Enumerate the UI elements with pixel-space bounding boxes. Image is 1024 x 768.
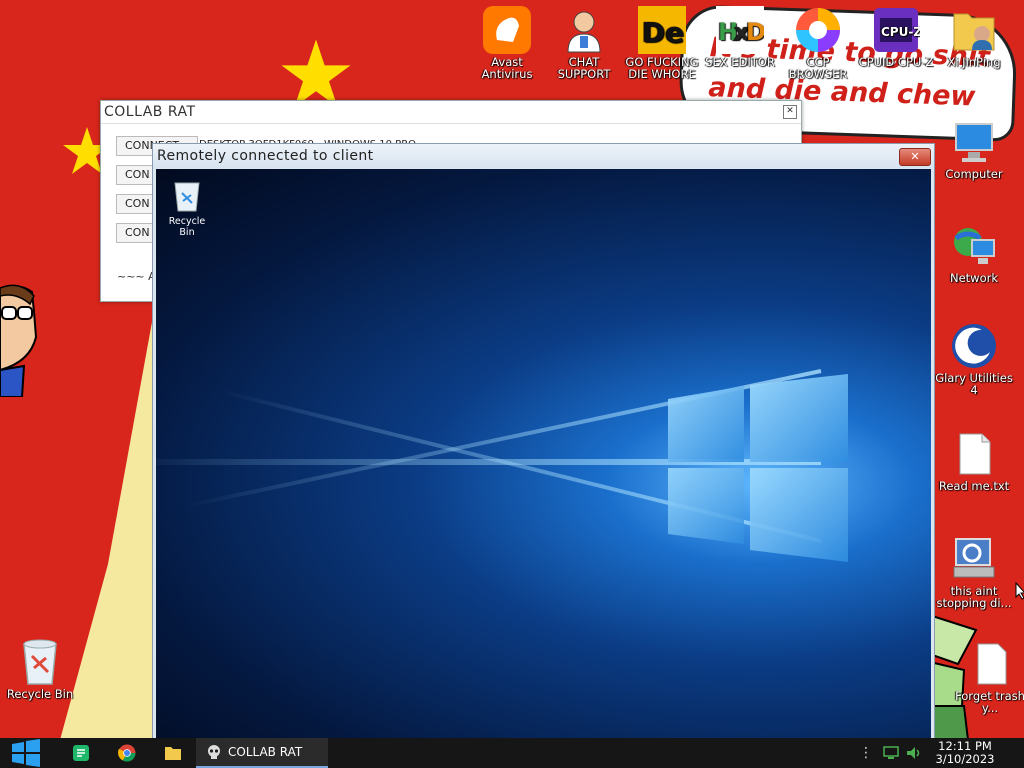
desktop-icon-ccp-browser[interactable]: CCP BROWSER: [778, 6, 858, 80]
recycle-bin-icon: [16, 638, 64, 686]
recycle-bin-icon: [174, 182, 200, 212]
svg-text:De: De: [642, 16, 684, 49]
icon-label: Forget trash y...: [955, 689, 1024, 715]
icon-label: Recycle Bin: [168, 216, 206, 238]
icon-label: CPUID CPU-Z: [858, 55, 934, 69]
scanner-icon: [950, 535, 998, 583]
desktop-icon-computer[interactable]: Computer: [934, 118, 1014, 180]
taskbar-app[interactable]: [66, 738, 96, 768]
avast-icon: [483, 6, 531, 54]
taskbar-clock[interactable]: 12:11 PM 3/10/2023: [934, 740, 996, 766]
icon-label: Glary Utilities 4: [935, 371, 1013, 397]
icon-label: SEX EDITOR: [705, 55, 775, 69]
window-title: COLLAB RAT: [101, 101, 801, 123]
desktop-icon-cpuz[interactable]: CPU-Z CPUID CPU-Z: [856, 6, 936, 68]
windows-logo: [668, 374, 848, 562]
icon-label: this aint stopping di...: [936, 584, 1012, 610]
folder-icon: [165, 747, 181, 760]
desktop-icon-hxd[interactable]: HxD SEX EDITOR: [700, 6, 780, 68]
cpuz-icon: CPU-Z: [872, 6, 920, 54]
close-button[interactable]: ✕: [783, 105, 797, 119]
cartoon-character: [0, 284, 38, 397]
ccp-browser-icon: [794, 6, 842, 54]
desktop-icon-network[interactable]: Network: [934, 222, 1014, 284]
icon-label: Network: [949, 271, 999, 285]
computer-icon: [950, 118, 998, 166]
glary-icon: [950, 322, 998, 370]
icon-label: Read me.txt: [938, 479, 1010, 493]
desktop-icon-forget-trash[interactable]: Forget trash y...: [950, 640, 1024, 714]
xiunping-icon: [950, 6, 998, 54]
clock-date: 3/10/2023: [935, 752, 995, 766]
overflow-menu-icon[interactable]: ⋮: [858, 738, 874, 768]
taskbar-collab-rat[interactable]: COLLAB RAT: [196, 738, 328, 768]
hxd-icon: HxD: [716, 6, 764, 54]
icon-label: CCP BROWSER: [788, 55, 848, 81]
mouse-cursor-icon: [1015, 582, 1024, 600]
taskbar-chrome[interactable]: [112, 738, 142, 768]
desktop-icon-chat-support[interactable]: CHAT SUPPORT: [544, 6, 624, 80]
desktop-icon-recycle-bin[interactable]: Recycle Bin: [0, 638, 80, 700]
icon-label: Recycle Bin: [6, 687, 74, 701]
text-file-icon: [950, 430, 998, 478]
remote-window[interactable]: Remotely connected to client ✕ Recycle B…: [152, 143, 935, 745]
svg-text:D: D: [746, 18, 764, 46]
icon-label: Xi JinPing: [947, 55, 1001, 69]
icon-label: Computer: [945, 167, 1003, 181]
desktop-icon-glary[interactable]: Glary Utilities 4: [934, 322, 1014, 396]
desktop-icon-readme[interactable]: Read me.txt: [934, 430, 1014, 492]
taskbar-explorer[interactable]: [158, 738, 188, 768]
icon-label: CHAT SUPPORT: [557, 55, 611, 81]
skull-icon: [208, 745, 220, 759]
desktop-icon-avast[interactable]: Avast Antivirus: [467, 6, 547, 80]
window-title: Remotely connected to client: [153, 144, 934, 168]
icon-label: Avast Antivirus: [481, 55, 533, 81]
network-tray-icon[interactable]: [880, 738, 902, 768]
remote-recycle-bin[interactable]: Recycle Bin: [162, 179, 212, 238]
desktop-icon-scanner[interactable]: this aint stopping di...: [934, 535, 1014, 609]
file-icon: [966, 640, 1014, 688]
die-icon: De: [638, 6, 686, 54]
volume-icon[interactable]: [904, 738, 924, 768]
chrome-icon: [118, 744, 136, 762]
svg-text:CPU-Z: CPU-Z: [881, 25, 920, 39]
remote-desktop-view[interactable]: Recycle Bin: [156, 169, 931, 741]
network-icon: [950, 222, 998, 270]
taskbar: COLLAB RAT ⋮ 12:11 PM 3/10/2023: [0, 738, 1024, 768]
icon-label: GO FUCKING DIE WHORE: [625, 55, 699, 81]
start-button[interactable]: [8, 738, 44, 768]
taskbar-item-label: COLLAB RAT: [228, 745, 303, 759]
windows-start-icon: [12, 739, 40, 767]
desktop-icon-xijinping[interactable]: Xi JinPing: [934, 6, 1014, 68]
chat-support-icon: [560, 6, 608, 54]
close-button[interactable]: ✕: [899, 148, 931, 166]
sheets-icon: [73, 745, 89, 761]
desktop-icon-die[interactable]: De GO FUCKING DIE WHORE: [622, 6, 702, 80]
